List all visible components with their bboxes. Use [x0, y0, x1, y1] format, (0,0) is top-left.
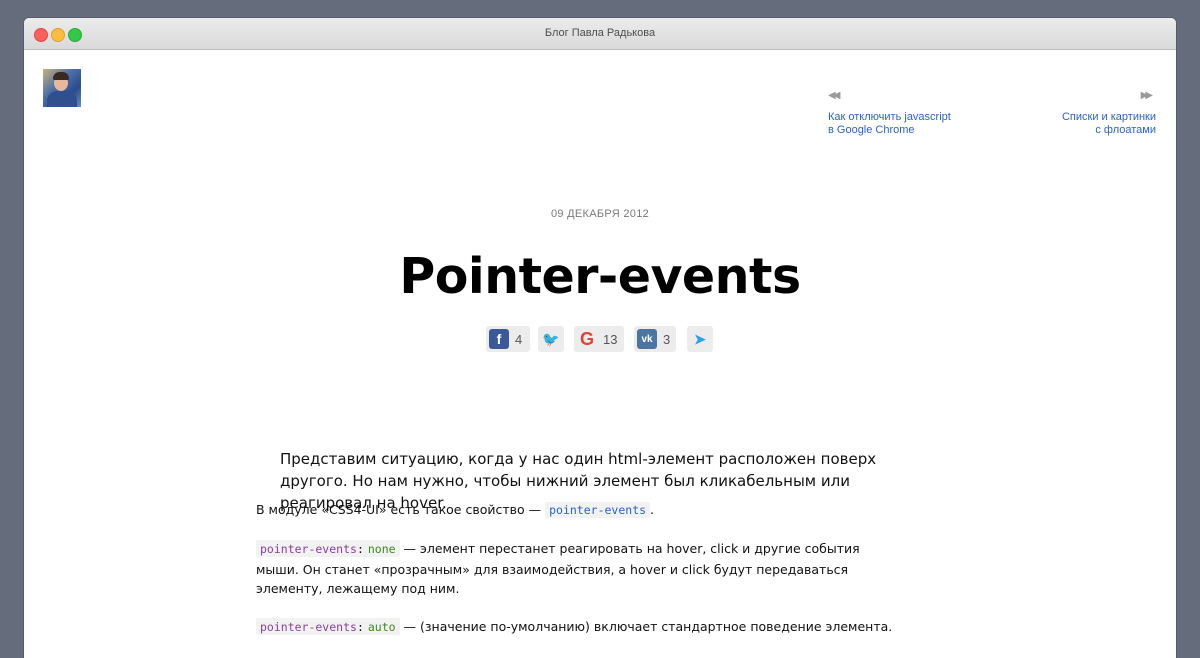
- share-button-telegram[interactable]: ➤: [687, 326, 713, 352]
- twitter-icon: 🐦: [542, 330, 560, 347]
- share-button-facebook[interactable]: f4: [486, 326, 530, 352]
- avatar-shirt: [47, 91, 77, 107]
- pointer-events-code-link[interactable]: pointer-events: [545, 502, 651, 518]
- vk-icon: vk: [637, 329, 657, 349]
- author-avatar[interactable]: [43, 69, 81, 107]
- next-post-link[interactable]: Списки и картинки с флоатами: [1062, 111, 1156, 137]
- paragraph-auto: pointer-events: auto — (значение по-умол…: [256, 617, 916, 638]
- paragraph-text: — (значение по-умолчанию) включает станд…: [399, 619, 893, 634]
- facebook-icon: f: [489, 329, 509, 349]
- code-property: pointer-events: [260, 542, 357, 556]
- code-pointer-events-auto: pointer-events: auto: [256, 618, 400, 635]
- share-button-twitter[interactable]: 🐦: [538, 326, 564, 352]
- post-date: 09 ДЕКАБРЯ 2012: [550, 208, 650, 220]
- share-button-vk[interactable]: vk 3: [634, 326, 676, 352]
- post-title: Pointer-events: [399, 248, 801, 305]
- avatar-hair: [53, 72, 69, 80]
- prev-post-link[interactable]: Как отключить javascript в Google Chrome: [828, 111, 951, 137]
- code-pointer-events-none: pointer-events: none: [256, 540, 400, 557]
- window-title: Блог Павла Радькова: [544, 27, 656, 39]
- share-count: 3: [663, 331, 671, 347]
- code-value: none: [367, 542, 396, 556]
- paragraph-css4-ui: В модуле «CSS4-UI» есть такое свойство —…: [256, 500, 896, 520]
- prev-post-line-2: в Google Chrome: [828, 124, 915, 136]
- code-value: auto: [367, 620, 396, 634]
- next-post-line-1: Списки и картинки: [1061, 111, 1156, 123]
- prev-post-line-1: Как отключить javascript: [828, 111, 951, 123]
- next-post-line-2: с флоатами: [1095, 124, 1156, 136]
- share-count: 4: [515, 331, 523, 347]
- google-icon: G: [579, 328, 594, 349]
- paragraph-end: .: [650, 502, 655, 517]
- title-bar: Блог Павла Радькова: [24, 18, 1176, 50]
- code-colon: :: [356, 542, 364, 556]
- code-colon: :: [356, 620, 364, 634]
- share-button-google[interactable]: G 13: [574, 326, 624, 352]
- share-count: 13: [603, 331, 618, 347]
- code-property: pointer-events: [260, 620, 357, 634]
- paragraph-text: В модуле «CSS4-UI» есть такое свойство —: [256, 502, 546, 517]
- rewind-icon: ◀◀: [828, 90, 841, 101]
- paragraph-none: pointer-events: none — элемент перестане…: [256, 539, 896, 599]
- telegram-icon: ➤: [694, 330, 706, 347]
- fast-forward-icon: ▶▶: [1140, 90, 1154, 101]
